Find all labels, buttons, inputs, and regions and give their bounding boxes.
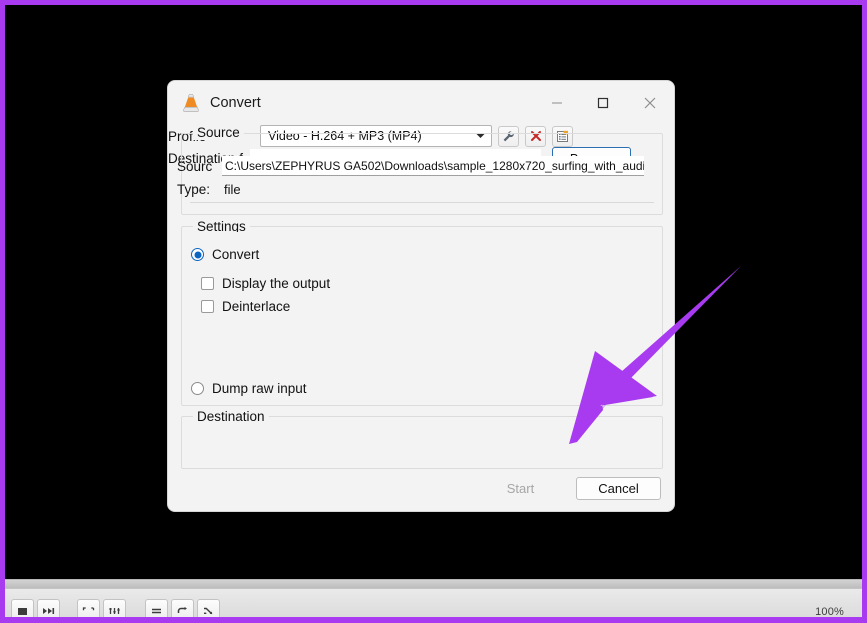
- minimize-icon[interactable]: [534, 81, 580, 125]
- annotation-frame: 100% Convert Source Sourc C:\Users\ZEPHY…: [0, 0, 867, 623]
- destination-group-title: Destination: [193, 409, 269, 422]
- maximize-icon[interactable]: [580, 81, 626, 125]
- convert-radio[interactable]: Convert: [191, 247, 259, 262]
- destination-group: Destination: [181, 409, 663, 469]
- display-output-label: Display the output: [222, 276, 331, 291]
- settings-group-title: Settings: [193, 219, 250, 232]
- deinterlace-checkbox[interactable]: Deinterlace: [201, 299, 290, 314]
- next-button[interactable]: [37, 599, 60, 617]
- dump-raw-input-radio[interactable]: Dump raw input: [191, 381, 307, 396]
- source-type-underline: [190, 202, 654, 203]
- checkbox-off-icon: [201, 277, 214, 290]
- player-controls: [11, 599, 220, 617]
- radio-on-icon: [191, 248, 204, 261]
- equalizer-button[interactable]: [103, 599, 126, 617]
- shuffle-button[interactable]: [197, 599, 220, 617]
- stop-button[interactable]: [11, 599, 34, 617]
- vlc-cone-icon: [183, 94, 199, 112]
- source-file-row: Sourc C:\Users\ZEPHYRUS GA502\Downloads\…: [177, 156, 644, 176]
- convert-radio-label: Convert: [212, 247, 260, 262]
- source-file-label: Sourc: [177, 158, 213, 174]
- close-icon[interactable]: [626, 81, 674, 125]
- source-type-row: Type: file: [177, 182, 241, 197]
- dump-raw-input-label: Dump raw input: [212, 381, 307, 396]
- radio-off-icon: [191, 382, 204, 395]
- checkbox-off-icon: [201, 300, 214, 313]
- source-type-label: Type:: [177, 182, 211, 197]
- start-button[interactable]: Start: [484, 477, 557, 500]
- source-type-value: file: [224, 182, 241, 197]
- window-title: Convert: [210, 95, 261, 111]
- deinterlace-label: Deinterlace: [222, 299, 291, 314]
- vlc-player-bar: 100%: [5, 579, 862, 617]
- playlist-button[interactable]: [145, 599, 168, 617]
- convert-dialog: Convert Source Sourc C:\Users\ZEPHYRUS G…: [167, 80, 675, 512]
- window-controls: [534, 81, 674, 125]
- source-file-input[interactable]: C:\Users\ZEPHYRUS GA502\Downloads\sample…: [222, 156, 644, 176]
- zoom-level-indicator: 100%: [815, 606, 844, 618]
- cancel-button[interactable]: Cancel: [576, 477, 661, 500]
- display-output-checkbox[interactable]: Display the output: [201, 276, 330, 291]
- seek-bar[interactable]: [5, 580, 862, 589]
- source-group-title: Source: [193, 125, 244, 140]
- fullscreen-button[interactable]: [77, 599, 100, 617]
- dialog-titlebar[interactable]: Convert: [168, 81, 674, 125]
- loop-button[interactable]: [171, 599, 194, 617]
